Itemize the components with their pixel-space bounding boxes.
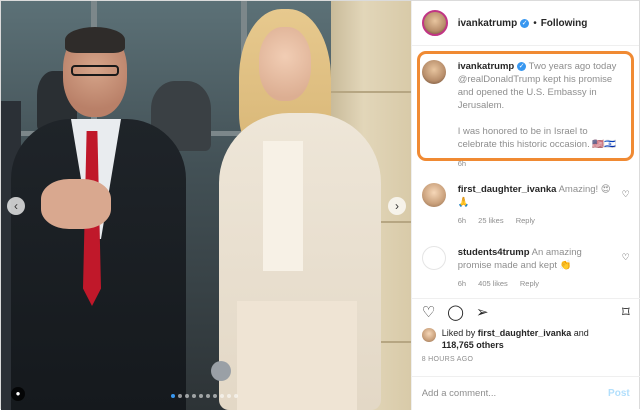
verified-icon: ✓ [517, 61, 527, 71]
post-sidebar: ivankatrump ✓ • Following ivankatrump ✓ T… [410, 1, 640, 410]
avatar[interactable] [421, 60, 446, 84]
carousel-indicator [171, 394, 238, 398]
comment-time: 6h [457, 279, 467, 288]
microphone [211, 361, 231, 381]
avatar[interactable] [421, 246, 446, 270]
carousel-dot [206, 394, 210, 398]
caption: ivankatrump ✓ Two years ago today @realDo… [412, 60, 640, 170]
comment-item: students4trump An amazing promise made a… [412, 246, 640, 290]
comment-username[interactable]: students4trump [458, 247, 530, 258]
comment-username[interactable]: first_daughter_ivanka [458, 184, 557, 195]
carousel-prev-button[interactable]: ‹ [7, 197, 25, 215]
comment-input[interactable] [421, 388, 609, 399]
likes-text: Liked by first_daughter_ivanka and 118,7… [442, 327, 589, 351]
carousel-dot [220, 394, 224, 398]
instagram-post: ‹ › ● ivankatrump ✓ • Following ivankatr… [0, 0, 640, 410]
woman-skirt [237, 301, 357, 410]
likes-and: and [571, 328, 589, 338]
post-media[interactable]: ‹ › ● [1, 1, 411, 410]
chevron-left-icon: ‹ [14, 199, 18, 213]
avatar[interactable] [421, 183, 446, 207]
carousel-dot [199, 394, 203, 398]
woman-face [259, 27, 311, 101]
share-icon[interactable]: ➢ [476, 305, 489, 320]
comment-body: first_daughter_ivanka Amazing! 😍🙏 6h 25 … [458, 183, 618, 227]
caption-text-1: Two years ago today [526, 61, 617, 72]
carousel-dot [234, 394, 238, 398]
mention-link[interactable]: @realDonaldTrump [458, 74, 541, 85]
comment-likes[interactable]: 25 likes [478, 216, 503, 225]
verified-icon: ✓ [520, 18, 530, 28]
comment-time: 6h [457, 216, 467, 225]
carousel-next-button[interactable]: › [388, 197, 406, 215]
chevron-right-icon: › [395, 199, 399, 213]
likes-prefix: Liked by [441, 328, 478, 338]
post-button[interactable]: Post [608, 388, 630, 399]
separator: • [533, 17, 537, 29]
user-icon: ● [15, 389, 21, 398]
header-username[interactable]: ivankatrump [458, 18, 517, 29]
caption-meta: 6h [458, 157, 628, 170]
likes-summary: Liked by first_daughter_ivanka and 118,7… [421, 327, 634, 351]
caption-body: ivankatrump ✓ Two years ago today @realDo… [458, 60, 628, 170]
likes-others[interactable]: 118,765 others [442, 340, 504, 350]
comment-body: students4trump An amazing promise made a… [458, 246, 618, 290]
man-glasses [71, 65, 119, 76]
stone-joint [331, 91, 411, 93]
carousel-dot [171, 394, 175, 398]
carousel-dot [185, 394, 189, 398]
comments-list: ivankatrump ✓ Two years ago today @realDo… [412, 46, 640, 296]
comment-meta: 6h 25 likes Reply [458, 214, 618, 227]
add-comment-bar: Post [411, 376, 640, 410]
woman-top [263, 141, 303, 271]
tagged-users-button[interactable]: ● [11, 387, 25, 401]
avatar [421, 328, 436, 342]
comment-meta: 6h 405 likes Reply [458, 277, 618, 290]
carousel-dot [178, 394, 182, 398]
reply-button[interactable]: Reply [516, 216, 535, 225]
following-button[interactable]: Following [541, 18, 588, 29]
caption-time: 6h [457, 159, 467, 168]
comment-icon[interactable]: ◯ [447, 305, 464, 320]
carousel-dot [227, 394, 231, 398]
comment-item: first_daughter_ivanka Amazing! 😍🙏 6h 25 … [412, 183, 640, 227]
comment-likes[interactable]: 405 likes [478, 279, 508, 288]
carousel-dot [192, 394, 196, 398]
action-bar: ♡ ◯ ➢ ⌑ [411, 298, 640, 326]
carousel-dot [213, 394, 217, 398]
post-timestamp: 8 HOURS AGO [421, 356, 474, 363]
caption-username[interactable]: ivankatrump [458, 61, 515, 72]
heart-icon[interactable]: ♡ [422, 305, 435, 320]
bookmark-icon[interactable]: ⌑ [622, 305, 630, 320]
reply-button[interactable]: Reply [520, 279, 539, 288]
man-hair [65, 27, 125, 53]
caption-text-3: I was honored to be in Israel to celebra… [457, 126, 617, 150]
post-header: ivankatrump ✓ • Following [411, 1, 639, 46]
likes-user[interactable]: first_daughter_ivanka [478, 328, 572, 338]
avatar[interactable] [421, 10, 448, 36]
heart-icon[interactable]: ♡ [622, 252, 630, 263]
clapping-hands [41, 179, 111, 229]
heart-icon[interactable]: ♡ [622, 189, 630, 200]
